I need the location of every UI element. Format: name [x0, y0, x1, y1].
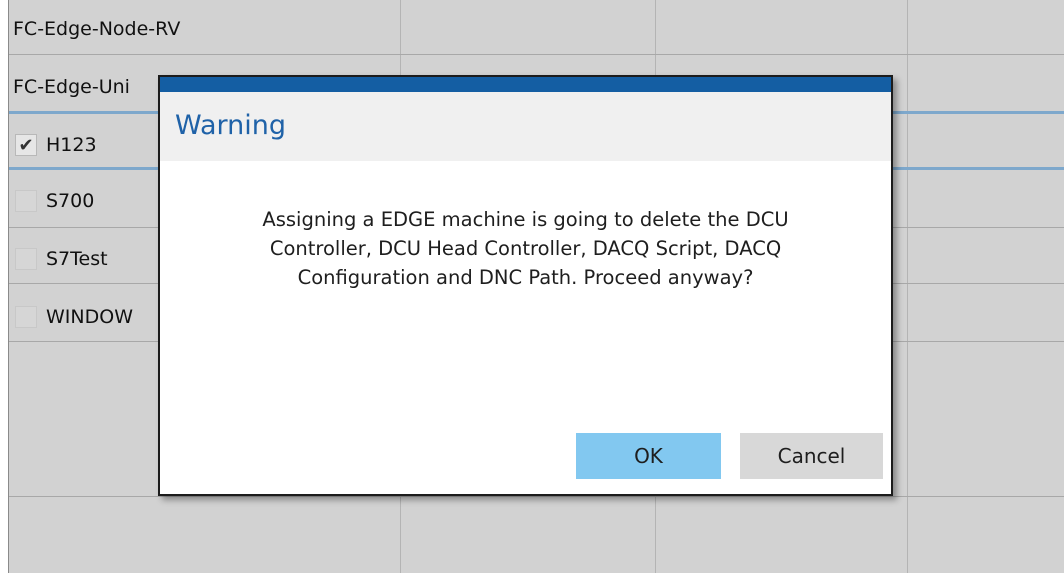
dialog-message: Assigning a EDGE machine is going to del…: [190, 205, 861, 292]
row-checkbox[interactable]: [15, 190, 37, 212]
dialog-message-line: Configuration and DNC Path. Proceed anyw…: [297, 266, 754, 289]
list-item[interactable]: FC-Edge-Uni: [9, 62, 130, 112]
dialog-title: Warning: [175, 110, 287, 141]
row-checkbox[interactable]: [15, 306, 37, 328]
cancel-button[interactable]: Cancel: [740, 433, 883, 479]
list-item-label: S700: [46, 190, 95, 212]
list-item-label: FC-Edge-Node-RV: [13, 18, 181, 40]
list-item[interactable]: ✔ H123: [9, 120, 97, 170]
list-item-label: WINDOW: [46, 306, 133, 328]
list-item[interactable]: WINDOW: [9, 292, 133, 342]
dialog-message-line: Assigning a EDGE machine is going to del…: [262, 208, 789, 231]
list-item-label: FC-Edge-Uni: [13, 76, 130, 98]
list-item[interactable]: S700: [9, 176, 94, 226]
grid-row-divider: [9, 54, 1064, 55]
row-checkbox[interactable]: ✔: [15, 134, 37, 156]
ok-button[interactable]: OK: [576, 433, 721, 479]
list-item[interactable]: FC-Edge-Node-RV: [9, 4, 180, 54]
dialog-title-bar[interactable]: [160, 77, 891, 92]
screen: FC-Edge-Node-RV FC-Edge-Uni ✔ H123 S700 …: [0, 0, 1064, 573]
grid-column-divider: [907, 0, 908, 573]
list-item-label: H123: [46, 134, 97, 156]
dialog-message-line: Controller, DCU Head Controller, DACQ Sc…: [269, 237, 782, 260]
grid-row-divider: [9, 496, 1064, 497]
warning-dialog: Warning Assigning a EDGE machine is goin…: [158, 75, 893, 496]
checkmark-icon: ✔: [18, 134, 34, 156]
list-item[interactable]: S7Test: [9, 234, 108, 284]
row-checkbox[interactable]: [15, 248, 37, 270]
list-item-label: S7Test: [46, 248, 108, 270]
